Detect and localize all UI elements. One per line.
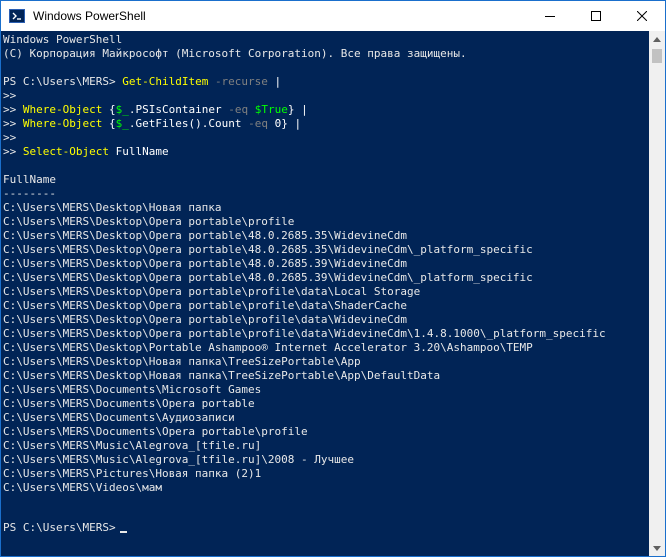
result-line: C:\Users\MERS\Documents\Opera portable\p…	[3, 425, 308, 438]
output-header: FullName	[3, 173, 56, 186]
result-line: C:\Users\MERS\Desktop\Новая папка\TreeSi…	[3, 355, 361, 368]
continuation-line: >>	[3, 131, 17, 144]
powershell-window: Windows PowerShell Windows PowerShell (C…	[0, 0, 666, 557]
result-line: C:\Users\MERS\Pictures\Новая папка (2)1	[3, 467, 262, 480]
result-line: C:\Users\MERS\Desktop\Opera portable\48.…	[3, 229, 407, 242]
continuation-marker: >>	[3, 103, 17, 116]
banner-line: Windows PowerShell	[3, 33, 123, 46]
parameter-recurse: -recurse	[214, 75, 268, 88]
window-title: Windows PowerShell	[33, 9, 146, 23]
scroll-down-button[interactable]	[649, 540, 665, 556]
result-line: C:\Users\MERS\Desktop\Portable Ashampoo®…	[3, 341, 533, 354]
minimize-icon	[545, 16, 555, 17]
result-line: C:\Users\MERS\Desktop\Новая папка\TreeSi…	[3, 369, 441, 382]
close-icon	[637, 11, 647, 21]
pipeline-variable: $_	[115, 117, 129, 130]
argument-fullname: FullName	[115, 145, 169, 158]
where-object-line: >> Where-Object {$_.PSIsContainer -eq $T…	[3, 103, 308, 117]
pipe-operator: |	[301, 103, 308, 116]
brace-close: }	[287, 103, 295, 116]
prompt: PS C:\Users\MERS>	[3, 521, 116, 534]
pipeline-variable: $_	[115, 103, 129, 116]
result-line: C:\Users\MERS\Videos\мам	[3, 481, 162, 494]
scroll-thumb[interactable]	[652, 49, 662, 63]
continuation-line: >>	[3, 89, 17, 102]
result-line: C:\Users\MERS\Desktop\Opera portable\pro…	[3, 327, 606, 340]
brace-open: {	[108, 103, 116, 116]
brace-open: {	[108, 117, 116, 130]
cmdlet-select-object: Select-Object	[22, 145, 109, 158]
continuation-marker: >>	[3, 117, 17, 130]
output-underline: --------	[3, 187, 56, 200]
text-cursor	[119, 531, 127, 533]
result-line: C:\Users\MERS\Music\Alegrova_[tfile.ru]\…	[3, 453, 354, 466]
property-psiscontainer: .PSIsContainer	[128, 103, 222, 116]
operator-eq: -eq	[228, 103, 249, 116]
powershell-icon	[9, 9, 25, 23]
cmdlet-get-childitem: Get-ChildItem	[122, 75, 209, 88]
console-output[interactable]: Windows PowerShell (C) Корпорация Майкро…	[1, 31, 649, 556]
scroll-down-arrow-icon	[653, 545, 661, 551]
result-line: C:\Users\MERS\Music\Alegrova_[tfile.ru]	[3, 439, 262, 452]
brace-close: }	[281, 117, 288, 130]
scroll-up-arrow-icon	[653, 36, 661, 42]
result-line: C:\Users\MERS\Documents\Аудиозаписи	[3, 411, 235, 424]
result-line: C:\Users\MERS\Desktop\Opera portable\pro…	[3, 299, 407, 312]
copyright-line: (C) Корпорация Майкрософт (Microsoft Cor…	[3, 47, 467, 60]
prompt-line[interactable]: PS C:\Users\MERS>	[3, 521, 127, 535]
method-getfiles-count: .GetFiles().Count	[128, 117, 242, 130]
operator-eq: -eq	[248, 117, 268, 130]
where-object-line: >> Where-Object {$_.GetFiles().Count -eq…	[3, 117, 301, 131]
pipe-operator: |	[274, 75, 282, 88]
scroll-up-button[interactable]	[649, 31, 665, 47]
select-object-line: >> Select-Object FullName	[3, 145, 169, 159]
result-line: C:\Users\MERS\Documents\Microsoft Games	[3, 383, 262, 396]
minimize-button[interactable]	[527, 1, 573, 31]
result-line: C:\Users\MERS\Desktop\Новая папка	[3, 201, 222, 214]
result-line: C:\Users\MERS\Desktop\Opera portable\48.…	[3, 271, 533, 284]
cmdlet-where-object: Where-Object	[22, 117, 103, 130]
result-line: C:\Users\MERS\Desktop\Opera portable\pro…	[3, 313, 407, 326]
result-line: C:\Users\MERS\Desktop\Opera portable\pro…	[3, 215, 295, 228]
prompt: PS C:\Users\MERS>	[3, 75, 116, 88]
close-button[interactable]	[619, 1, 665, 31]
title-bar[interactable]: Windows PowerShell	[1, 1, 665, 31]
result-line: C:\Users\MERS\Desktop\Opera portable\48.…	[3, 257, 407, 270]
result-line: C:\Users\MERS\Desktop\Opera portable\pro…	[3, 285, 421, 298]
maximize-button[interactable]	[573, 1, 619, 31]
result-line: C:\Users\MERS\Documents\Opera portable	[3, 397, 255, 410]
pipe-operator: |	[294, 117, 302, 130]
result-line: C:\Users\MERS\Desktop\Opera portable\48.…	[3, 243, 533, 256]
continuation-marker: >>	[3, 145, 17, 158]
command-line: PS C:\Users\MERS> Get-ChildItem -recurse…	[3, 75, 281, 89]
vertical-scrollbar[interactable]	[649, 31, 665, 556]
maximize-icon	[591, 11, 601, 21]
cmdlet-where-object: Where-Object	[22, 103, 103, 116]
value-true: $True	[254, 103, 288, 116]
